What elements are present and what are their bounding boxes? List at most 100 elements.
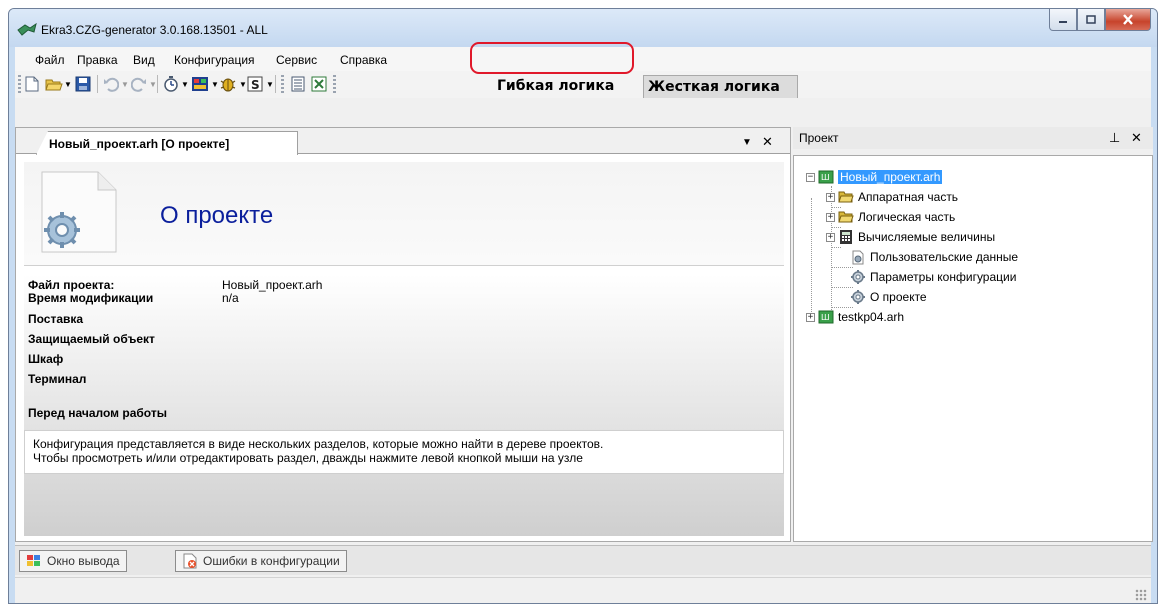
expand-icon[interactable]: + — [806, 312, 815, 322]
close-icon — [1123, 14, 1133, 25]
tab-flexible-logic[interactable]: Гибкая логика — [493, 75, 643, 98]
project-panel: Проект ⊥ ✕ − Ш Новый_проект.arh + Аппара… — [793, 127, 1153, 542]
app-icon — [17, 22, 37, 36]
dollar-button[interactable]: S ▼ — [247, 75, 274, 93]
menu-edit[interactable]: Правка — [77, 53, 118, 67]
close-button[interactable] — [1105, 9, 1151, 31]
window-controls — [1049, 9, 1151, 31]
open-icon — [45, 79, 63, 91]
minimize-button[interactable] — [1049, 9, 1077, 31]
toolbar-grip[interactable] — [18, 75, 21, 93]
resize-grip[interactable] — [1135, 589, 1147, 601]
redo-button[interactable]: ▼ — [131, 75, 157, 93]
tree-item-testkp04[interactable]: + Ш testkp04.arh — [806, 308, 904, 326]
project-panel-header: Проект ⊥ ✕ — [793, 127, 1153, 149]
tab-config-errors[interactable]: Ошибки в конфигурации — [175, 550, 347, 572]
document-body: О проекте Файл проекта: Новый_проект.arh… — [24, 162, 784, 536]
project-file-value: Новый_проект.arh — [222, 278, 323, 292]
save-button[interactable] — [75, 75, 91, 93]
menu-configuration[interactable]: Конфигурация — [174, 53, 255, 67]
modified-time-value: n/a — [222, 291, 239, 305]
open-button[interactable]: ▼ — [45, 75, 72, 93]
title-bar[interactable]: Ekra3.CZG-generator 3.0.168.13501 - ALL — [9, 9, 1157, 47]
tree-item-label: Новый_проект.arh — [838, 170, 943, 184]
excel-icon — [311, 76, 327, 92]
list-button[interactable] — [291, 75, 305, 93]
list-icon — [291, 76, 305, 92]
tree-item-about[interactable]: О проекте — [850, 288, 927, 306]
info-line: Чтобы просмотреть и/или отредактировать … — [33, 451, 583, 465]
document-header: О проекте — [24, 162, 784, 266]
tree-item-label: Вычисляемые величины — [858, 230, 996, 244]
project-icon: Ш — [818, 310, 834, 324]
save-icon — [75, 76, 91, 92]
menu-service[interactable]: Сервис — [276, 53, 317, 67]
before-start-heading: Перед началом работы — [28, 406, 167, 420]
expand-icon[interactable]: + — [826, 212, 835, 222]
calculator-icon — [840, 230, 852, 244]
maximize-icon — [1086, 15, 1096, 24]
user-data-icon — [852, 250, 864, 265]
undo-button[interactable]: ▼ — [103, 75, 129, 93]
maximize-button[interactable] — [1077, 9, 1105, 31]
tree-item-user-data[interactable]: Пользовательские данные — [850, 248, 1018, 266]
project-file-label: Файл проекта: — [28, 278, 115, 292]
folder-icon — [838, 191, 854, 203]
gear-icon — [851, 290, 865, 304]
new-icon — [25, 76, 39, 92]
timer-button[interactable]: ▼ — [163, 75, 189, 93]
excel-button[interactable] — [311, 75, 327, 93]
menu-view[interactable]: Вид — [133, 53, 155, 67]
project-tree: − Ш Новый_проект.arh + Аппаратная часть … — [793, 155, 1153, 542]
document-gear-icon — [41, 171, 117, 253]
tab-label: Ошибки в конфигурации — [203, 554, 340, 568]
tab-output-window[interactable]: Окно вывода — [19, 550, 127, 572]
document-tab[interactable]: Новый_проект.arh [О проекте] — [36, 131, 298, 155]
tree-item-hardware[interactable]: + Аппаратная часть — [826, 188, 958, 206]
main-window: Ekra3.CZG-generator 3.0.168.13501 - ALL … — [8, 8, 1158, 604]
bug-icon — [220, 78, 236, 92]
window-title: Ekra3.CZG-generator 3.0.168.13501 - ALL — [41, 23, 268, 37]
bug-button[interactable]: ▼ — [219, 75, 247, 93]
output-icon — [27, 555, 40, 566]
bottom-tabstrip: Окно вывода Ошибки в конфигурации — [15, 545, 1151, 575]
tree-item-config-params[interactable]: Параметры конфигурации — [850, 268, 1016, 286]
tab-hard-logic[interactable]: Жесткая логика — [643, 75, 798, 98]
tree-item-label: Аппаратная часть — [858, 190, 959, 204]
info-line: Конфигурация представляется в виде неско… — [33, 437, 604, 451]
dollar-icon: S — [247, 76, 263, 92]
tab-list-icon[interactable]: ▼ — [742, 137, 752, 148]
undo-icon — [104, 77, 119, 92]
document-tabstrip: Новый_проект.arh [О проекте] ▼ ✕ — [16, 128, 790, 155]
tree-item-logic[interactable]: + Логическая часть — [826, 208, 955, 226]
close-panel-icon[interactable]: ✕ — [1131, 130, 1142, 146]
menu-bar: Файл Правка Вид Конфигурация Сервис Спра… — [15, 47, 1151, 71]
svg-text:Ш: Ш — [821, 173, 830, 182]
tree-item-label: Параметры конфигурации — [870, 270, 1017, 284]
timer-icon — [164, 76, 178, 92]
project-icon: Ш — [818, 170, 834, 184]
section-cabinet: Шкаф — [28, 352, 64, 366]
tree-item-label: О проекте — [870, 290, 927, 304]
tree-item-calculated-values[interactable]: + Вычисляемые величины — [826, 228, 995, 246]
chip-button[interactable]: ▼ — [191, 75, 219, 93]
expand-icon[interactable]: + — [826, 232, 835, 242]
menu-file[interactable]: Файл — [35, 53, 65, 67]
document-panel: Новый_проект.arh [О проекте] ▼ ✕ О проек… — [15, 127, 791, 542]
collapse-icon[interactable]: − — [806, 172, 815, 182]
page-title: О проекте — [160, 202, 274, 229]
error-doc-icon — [183, 553, 197, 569]
close-document-icon[interactable]: ✕ — [762, 134, 773, 150]
section-terminal: Терминал — [28, 372, 87, 386]
tree-item-root-project[interactable]: − Ш Новый_проект.arh — [806, 168, 943, 186]
tab-label: Окно вывода — [47, 554, 120, 568]
client-area: Файл Правка Вид Конфигурация Сервис Спра… — [15, 47, 1153, 603]
expand-icon[interactable]: + — [826, 192, 835, 202]
folder-icon — [838, 211, 854, 223]
pin-icon[interactable]: ⊥ — [1109, 130, 1120, 146]
menu-help[interactable]: Справка — [340, 53, 387, 67]
tree-item-label: Логическая часть — [858, 210, 956, 224]
modified-time-label: Время модификации — [28, 291, 154, 305]
new-button[interactable] — [25, 75, 39, 93]
svg-text:S: S — [251, 78, 260, 92]
